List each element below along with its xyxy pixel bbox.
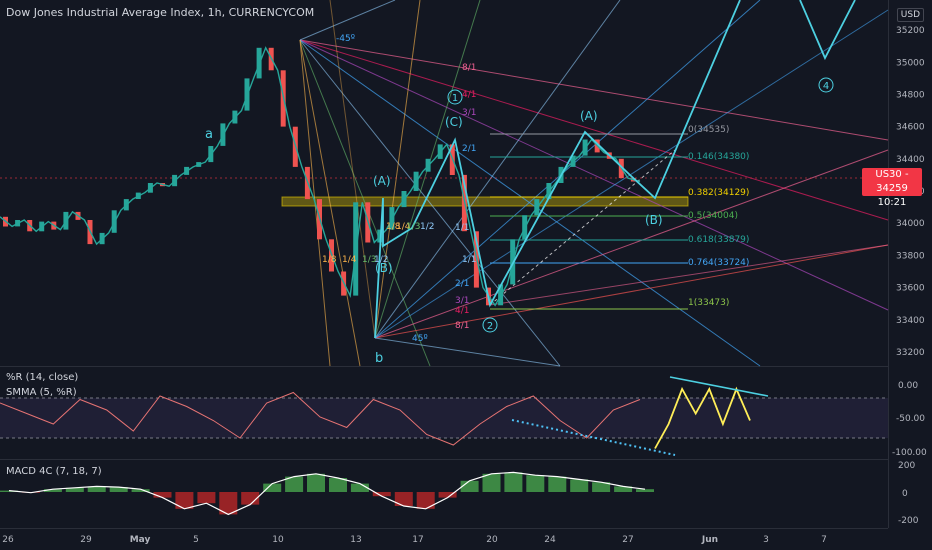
- wave-label-1: 1: [452, 93, 458, 104]
- wave-label-b: b: [375, 351, 383, 366]
- fan-label-lower-1: 3/1: [455, 296, 469, 306]
- time-tick: 24: [544, 535, 556, 545]
- angle-label-bottom: 45º: [412, 334, 428, 344]
- chart-stage: -45º 45º 8/1 4/1 3/1 2/1 1/1 2/1 3/1 4/1…: [0, 0, 927, 545]
- time-tick: 17: [412, 535, 423, 545]
- price-tick: 34800: [896, 91, 925, 101]
- current-price-badge: US30 - 34259 10:21: [862, 168, 922, 208]
- fib-label-5: 0.764(33724): [688, 258, 749, 268]
- macd-bar: [460, 480, 479, 492]
- chart-title: Dow Jones Industrial Average Index, 1h, …: [6, 6, 315, 19]
- fib-highlight-zone: [281, 196, 689, 207]
- williams-band: [0, 398, 888, 438]
- time-tick: 27: [622, 535, 633, 545]
- williams-tick-1: -50.00: [896, 414, 925, 424]
- time-tick: 29: [80, 535, 92, 545]
- macd-tick-0: 200: [898, 461, 915, 471]
- wave-label-A1: (A): [373, 174, 391, 188]
- macd-bar: [636, 489, 654, 492]
- macd-label: MACD 4C (7, 18, 7): [6, 466, 102, 477]
- wave-label-A2: (A): [580, 109, 598, 123]
- currency-unit-label[interactable]: USD: [896, 8, 924, 22]
- macd-bar: [175, 492, 194, 509]
- angle-label-top: -45º: [336, 34, 355, 44]
- main-pane[interactable]: [0, 0, 888, 366]
- fan-label-left-1: 1/4: [342, 255, 357, 265]
- wave-label-B1: (B): [375, 261, 393, 275]
- fan-label-left-8: 1/1: [462, 255, 476, 265]
- fib-label-4: 0.618(33879): [688, 235, 749, 245]
- price-tick: 33600: [896, 284, 925, 294]
- time-tick: 7: [821, 535, 827, 545]
- time-tick: 5: [193, 535, 199, 545]
- price-tick: 34400: [896, 155, 925, 165]
- countdown: 10:21: [877, 197, 907, 208]
- fan-label-upper-4: 1/1: [455, 223, 469, 233]
- macd-bar: [526, 475, 545, 492]
- time-tick: 26: [2, 535, 14, 545]
- macd-tick-1: 0: [902, 489, 908, 499]
- wave-label-B2: (B): [645, 213, 663, 227]
- price-tick: 35200: [896, 26, 925, 36]
- macd-bar: [416, 492, 435, 509]
- price-tick: 34000: [896, 219, 925, 229]
- smma-label: SMMA (5, %R): [6, 387, 77, 398]
- fan-label-left-0: 1/8: [322, 255, 337, 265]
- price-tick: 35000: [896, 58, 925, 68]
- price-tick: 34600: [896, 123, 925, 133]
- macd-bar: [394, 492, 413, 506]
- time-tick: May: [130, 535, 151, 545]
- fan-label-lower-0: 2/1: [455, 279, 469, 289]
- wave-label-4: 4: [823, 81, 829, 92]
- fib-label-1: 0.146(34380): [688, 152, 749, 162]
- wave-label-C: (C): [445, 115, 463, 129]
- macd-tick-2: -200: [898, 516, 919, 526]
- williams-label: %R (14, close): [6, 372, 79, 383]
- fan-label-upper-0: 8/1: [462, 63, 476, 73]
- williams-tick-0: 0.00: [898, 381, 918, 391]
- fan-label-lower-3: 8/1: [455, 321, 469, 331]
- wave-label-a: a: [205, 127, 213, 142]
- time-axis[interactable]: 26 29 May 5 10 13 17 20 24 27 Jun 3 7: [2, 535, 827, 545]
- fib-label-2: 0.382(34129): [688, 188, 749, 198]
- price-tick: 33200: [896, 348, 925, 358]
- macd-bar: [504, 472, 523, 492]
- fan-label-left-6: 1/2: [420, 222, 434, 232]
- fan-label-left-5: 1/3: [406, 222, 420, 232]
- macd-bar: [307, 473, 325, 492]
- current-price: 34259: [876, 183, 908, 194]
- current-symbol: US30: [875, 169, 902, 180]
- time-tick: 13: [350, 535, 361, 545]
- fan-label-upper-2: 3/1: [462, 108, 476, 118]
- fan-label-upper-1: 4/1: [462, 90, 476, 100]
- macd-bar: [197, 492, 216, 504]
- macd-bar: [570, 479, 589, 492]
- fib-label-6: 1(33473): [688, 298, 729, 308]
- macd-bar: [548, 476, 567, 492]
- price-tick: 33800: [896, 251, 925, 261]
- fib-label-0: 0(34535): [688, 125, 729, 135]
- time-tick: Jun: [701, 535, 718, 545]
- time-tick: 3: [763, 535, 769, 545]
- williams-tick-2: -100.00: [892, 448, 927, 458]
- macd-bar: [263, 483, 282, 492]
- macd-bar: [482, 473, 501, 492]
- fan-label-lower-2: 4/1: [455, 306, 469, 316]
- fib-label-3: 0.5(34004): [688, 211, 738, 221]
- price-tick: 33400: [896, 316, 925, 326]
- time-tick: 10: [272, 535, 284, 545]
- fan-label-upper-3: 2/1: [462, 144, 476, 154]
- time-tick: 20: [486, 535, 498, 545]
- wave-label-2: 2: [487, 321, 493, 332]
